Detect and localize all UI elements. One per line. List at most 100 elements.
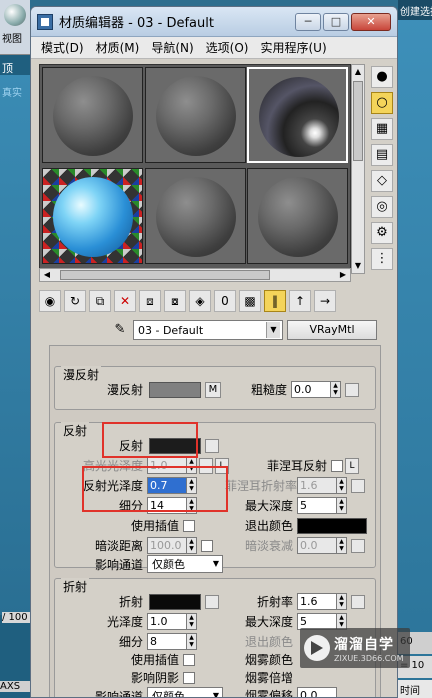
show-map-in-viewport-icon[interactable]: ▩	[239, 290, 261, 312]
sample-slot-3-active[interactable]	[247, 67, 348, 163]
get-material-icon[interactable]: ◉	[39, 290, 61, 312]
go-forward-to-sibling-icon[interactable]: →	[314, 290, 336, 312]
dim-distance-spinner[interactable]: 100.0 ▲ ▼	[147, 537, 197, 554]
use-interp-checkbox[interactable]	[183, 519, 195, 532]
fresnel-ior-spinner[interactable]: 1.6 ▲ ▼	[297, 477, 347, 494]
material-type-button[interactable]: VRayMtl	[287, 320, 377, 340]
fresnel-ior-value[interactable]: 1.6	[297, 477, 337, 494]
chevron-down-icon[interactable]: ▼	[210, 688, 222, 697]
viewport-menu-label[interactable]: 视图	[2, 30, 22, 45]
video-color-check-icon[interactable]: ◇	[371, 170, 393, 192]
sample-uv-tiling-icon[interactable]: ▤	[371, 144, 393, 166]
roughness-map-button[interactable]	[345, 382, 359, 397]
spinner-arrows-icon[interactable]: ▲ ▼	[187, 537, 197, 554]
spinner-arrows-icon[interactable]: ▲ ▼	[187, 633, 197, 650]
backlight-icon[interactable]: ○	[371, 92, 393, 114]
options-icon[interactable]: ⚙	[371, 222, 393, 244]
sample-type-sphere-icon[interactable]: ●	[371, 66, 393, 88]
roughness-value[interactable]: 0.0	[291, 381, 331, 398]
refr-affect-channels-dropdown[interactable]: 仅颜色 ▼	[147, 687, 223, 697]
scroll-down-icon[interactable]: ▼	[352, 259, 364, 273]
ior-spinner[interactable]: 1.6 ▲ ▼	[297, 593, 347, 610]
spinner-arrows-icon[interactable]: ▲ ▼	[337, 537, 347, 554]
scroll-thumb[interactable]	[60, 270, 270, 280]
fresnel-ior-map-button[interactable]	[351, 478, 365, 493]
sample-slot-2[interactable]	[145, 67, 246, 163]
assign-to-selection-icon[interactable]: ⧉	[89, 290, 111, 312]
scroll-thumb[interactable]	[353, 81, 363, 161]
refr-subdivs-spinner[interactable]: 8 ▲ ▼	[147, 633, 197, 650]
sample-slot-4[interactable]	[42, 168, 143, 264]
background-checker-icon[interactable]: ▦	[371, 118, 393, 140]
exit-color-swatch[interactable]	[297, 517, 367, 534]
sample-slot-5[interactable]	[145, 168, 246, 264]
slots-horizontal-scrollbar[interactable]: ◀ ▶	[39, 268, 351, 282]
close-button[interactable]: ✕	[351, 12, 391, 31]
sample-slot-1[interactable]	[42, 67, 143, 163]
menu-utilities[interactable]: 实用程序(U)	[254, 39, 332, 56]
roughness-spinner[interactable]: 0.0 ▲ ▼	[291, 381, 341, 398]
dim-falloff-value[interactable]: 0.0	[297, 537, 337, 554]
diffuse-color-swatch[interactable]	[149, 381, 201, 398]
diffuse-map-button[interactable]: M	[205, 381, 221, 398]
scroll-left-icon[interactable]: ◀	[40, 269, 54, 281]
ior-map-button[interactable]	[351, 594, 365, 609]
menu-navigation[interactable]: 导航(N)	[145, 39, 199, 56]
refr-exit-color-row: 退出颜色	[225, 633, 293, 650]
put-to-scene-icon[interactable]: ↻	[64, 290, 86, 312]
material-preview	[53, 177, 133, 257]
put-to-library-icon[interactable]: ◈	[189, 290, 211, 312]
scroll-right-icon[interactable]: ▶	[336, 269, 350, 281]
maximize-button[interactable]: □	[323, 12, 349, 31]
fresnel-lock-button[interactable]: L	[345, 457, 359, 474]
dim-distance-value[interactable]: 100.0	[147, 537, 187, 554]
dim-falloff-map-button[interactable]	[351, 538, 365, 553]
refract-map-button[interactable]	[205, 594, 219, 609]
material-name-field[interactable]: 03 - Default ▼	[133, 320, 283, 340]
fog-bias-spinner[interactable]: 0.0	[297, 687, 337, 697]
max-depth-value[interactable]: 5	[297, 497, 337, 514]
gloss-value[interactable]: 1.0	[147, 613, 187, 630]
dim-distance-checkbox[interactable]	[201, 539, 213, 552]
selection-set-field[interactable]: 创建选择集	[398, 0, 432, 20]
spinner-arrows-icon[interactable]: ▲ ▼	[187, 613, 197, 630]
affect-shadows-checkbox[interactable]	[183, 671, 195, 684]
max-depth-spinner[interactable]: 5 ▲ ▼	[297, 497, 347, 514]
menu-options[interactable]: 选项(O)	[200, 39, 255, 56]
show-end-result-icon[interactable]: ‖	[264, 290, 286, 312]
reflect-map-button[interactable]	[205, 438, 219, 453]
affect-channels-dropdown[interactable]: 仅颜色 ▼	[147, 555, 223, 573]
sample-slot-6[interactable]	[247, 168, 348, 264]
minimize-button[interactable]: ─	[295, 12, 321, 31]
fog-bias-value[interactable]: 0.0	[297, 687, 337, 697]
menu-mode[interactable]: 模式(D)	[35, 39, 90, 56]
chevron-down-icon[interactable]: ▼	[266, 322, 280, 338]
spinner-arrows-icon[interactable]: ▲ ▼	[337, 477, 347, 494]
refr-use-interp-checkbox[interactable]	[183, 653, 195, 666]
go-to-parent-icon[interactable]: ↑	[289, 290, 311, 312]
eyedropper-icon[interactable]: ✎	[111, 321, 129, 339]
select-by-material-icon[interactable]: ⋮	[371, 248, 393, 270]
title-bar[interactable]: 材质编辑器 - 03 - Default ─ □ ✕	[31, 7, 397, 37]
viewport-label[interactable]: 顶	[2, 60, 13, 76]
make-unique-icon[interactable]: ⧇	[164, 290, 186, 312]
refr-subdivs-value[interactable]: 8	[147, 633, 187, 650]
spinner-arrows-icon[interactable]: ▲ ▼	[337, 593, 347, 610]
spinner-arrows-icon[interactable]: ▲ ▼	[331, 381, 341, 398]
copy-material-icon[interactable]: ⧈	[139, 290, 161, 312]
fresnel-checkbox[interactable]	[331, 459, 343, 472]
slots-vertical-scrollbar[interactable]: ▲ ▼	[351, 64, 365, 274]
viewport-shading-label[interactable]: 真实	[2, 84, 22, 99]
material-id-channel-icon[interactable]: 0	[214, 290, 236, 312]
gloss-spinner[interactable]: 1.0 ▲ ▼	[147, 613, 197, 630]
menu-material[interactable]: 材质(M)	[90, 39, 146, 56]
chevron-down-icon[interactable]: ▼	[210, 556, 222, 572]
refract-color-swatch[interactable]	[149, 593, 201, 610]
spinner-arrows-icon[interactable]: ▲ ▼	[337, 497, 347, 514]
viewport-area[interactable]	[0, 75, 30, 615]
scroll-up-icon[interactable]: ▲	[352, 65, 364, 79]
reset-material-icon[interactable]: ✕	[114, 290, 136, 312]
ior-value[interactable]: 1.6	[297, 593, 337, 610]
dim-falloff-spinner[interactable]: 0.0 ▲ ▼	[297, 537, 347, 554]
make-preview-icon[interactable]: ◎	[371, 196, 393, 218]
